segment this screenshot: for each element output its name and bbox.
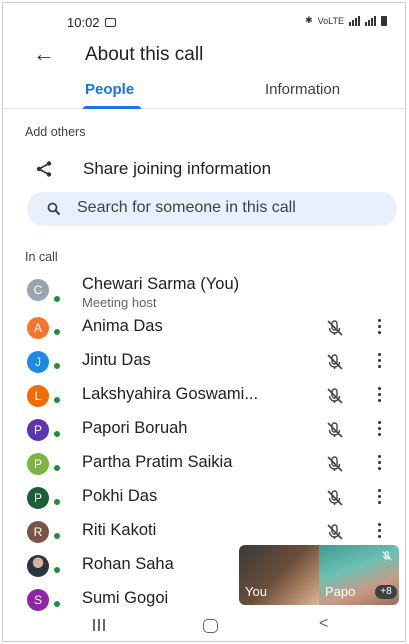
mic-off-icon[interactable] — [325, 352, 345, 372]
participant-name: Pokhi Das — [82, 487, 158, 505]
participant-video-label: Papo — [325, 584, 356, 599]
bluetooth-icon: ✱ — [305, 15, 313, 25]
online-dot — [53, 498, 61, 506]
avatar: A — [27, 317, 49, 339]
mic-off-icon[interactable] — [325, 522, 345, 542]
participant-name: Sumi Gogoi — [82, 589, 169, 607]
participant-row[interactable]: P Partha Pratim Saikia — [3, 449, 405, 481]
participant-row[interactable]: P Pokhi Das — [3, 483, 405, 515]
mic-off-icon[interactable] — [325, 318, 345, 338]
online-dot — [53, 464, 61, 472]
participant-name: Anima Das — [82, 317, 163, 335]
avatar: R — [27, 521, 49, 543]
more-options-icon[interactable] — [374, 316, 384, 338]
mic-off-icon — [382, 551, 392, 561]
more-participants-badge: +8 — [375, 585, 397, 599]
tab-indicator — [83, 106, 141, 109]
participant-name: Chewari Sarma (You) — [82, 275, 240, 293]
avatar: L — [27, 385, 49, 407]
mic-off-icon[interactable] — [325, 488, 345, 508]
online-dot — [53, 295, 61, 303]
avatar: J — [27, 351, 49, 373]
participant-name: Riti Kakoti — [82, 521, 157, 539]
share-label: Share joining information — [83, 159, 272, 178]
avatar: P — [27, 453, 49, 475]
status-time: 10:02 — [67, 15, 100, 30]
more-options-icon[interactable] — [374, 452, 384, 474]
share-icon — [36, 161, 52, 177]
system-nav-bar: < — [3, 613, 405, 641]
status-icons: ✱ VoLTE — [305, 15, 387, 26]
online-dot — [53, 362, 61, 370]
tab-people[interactable]: People — [85, 81, 134, 98]
status-bar: 10:02 ✱ VoLTE — [3, 3, 405, 41]
participant-row[interactable]: P Papori Boruah — [3, 415, 405, 447]
search-placeholder: Search for someone in this call — [77, 199, 296, 216]
more-options-icon[interactable] — [374, 350, 384, 372]
tab-information[interactable]: Information — [265, 81, 340, 98]
in-call-heading: In call — [25, 250, 58, 264]
participant-role: Meeting host — [82, 295, 157, 310]
search-input[interactable]: Search for someone in this call — [27, 192, 397, 226]
search-icon — [47, 202, 61, 216]
back-arrow-icon[interactable]: ← — [33, 43, 55, 65]
mic-off-icon[interactable] — [325, 420, 345, 440]
online-dot — [53, 600, 61, 608]
gallery-notification-icon — [105, 18, 116, 27]
recent-apps-icon[interactable] — [93, 619, 107, 631]
avatar: P — [27, 419, 49, 441]
page-title: About this call — [85, 44, 204, 65]
phone-screen: 10:02 ✱ VoLTE ← About this call People I… — [2, 2, 406, 642]
online-dot — [53, 328, 61, 336]
add-others-heading: Add others — [25, 125, 86, 139]
online-dot — [53, 566, 61, 574]
participant-video-tile: Papo +8 — [319, 545, 399, 605]
more-options-icon[interactable] — [374, 520, 384, 542]
participant-name: Partha Pratim Saikia — [82, 453, 233, 471]
mic-off-icon[interactable] — [325, 386, 345, 406]
signal-icon — [349, 15, 360, 26]
participant-name: Jintu Das — [82, 351, 151, 369]
avatar: S — [27, 589, 49, 611]
picture-in-picture-preview[interactable]: You Papo +8 — [239, 545, 399, 605]
participant-name: Lakshyahira Goswami... — [82, 385, 259, 403]
avatar: C — [27, 279, 49, 301]
back-icon[interactable]: < — [319, 615, 328, 633]
more-options-icon[interactable] — [374, 384, 384, 406]
avatar-photo — [27, 555, 49, 577]
tab-bar: People Information — [3, 75, 405, 109]
online-dot — [53, 532, 61, 540]
participant-row[interactable]: C Chewari Sarma (You) Meeting host — [3, 275, 405, 310]
self-video-label: You — [245, 584, 267, 599]
signal-icon-2 — [365, 15, 376, 26]
share-joining-info-button[interactable]: Share joining information — [3, 153, 405, 185]
battery-icon — [381, 15, 387, 26]
participant-row[interactable]: J Jintu Das — [3, 347, 405, 379]
home-icon[interactable] — [203, 619, 218, 633]
online-dot — [53, 430, 61, 438]
participant-row[interactable]: A Anima Das — [3, 313, 405, 345]
more-options-icon[interactable] — [374, 486, 384, 508]
participant-name: Papori Boruah — [82, 419, 188, 437]
mic-off-icon[interactable] — [325, 454, 345, 474]
online-dot — [53, 396, 61, 404]
avatar: P — [27, 487, 49, 509]
participant-row[interactable]: L Lakshyahira Goswami... — [3, 381, 405, 413]
more-options-icon[interactable] — [374, 418, 384, 440]
self-video-tile: You — [239, 545, 319, 605]
volte-label: VoLTE — [317, 15, 344, 26]
participant-name: Rohan Saha — [82, 555, 174, 573]
app-bar: ← About this call — [3, 39, 405, 73]
